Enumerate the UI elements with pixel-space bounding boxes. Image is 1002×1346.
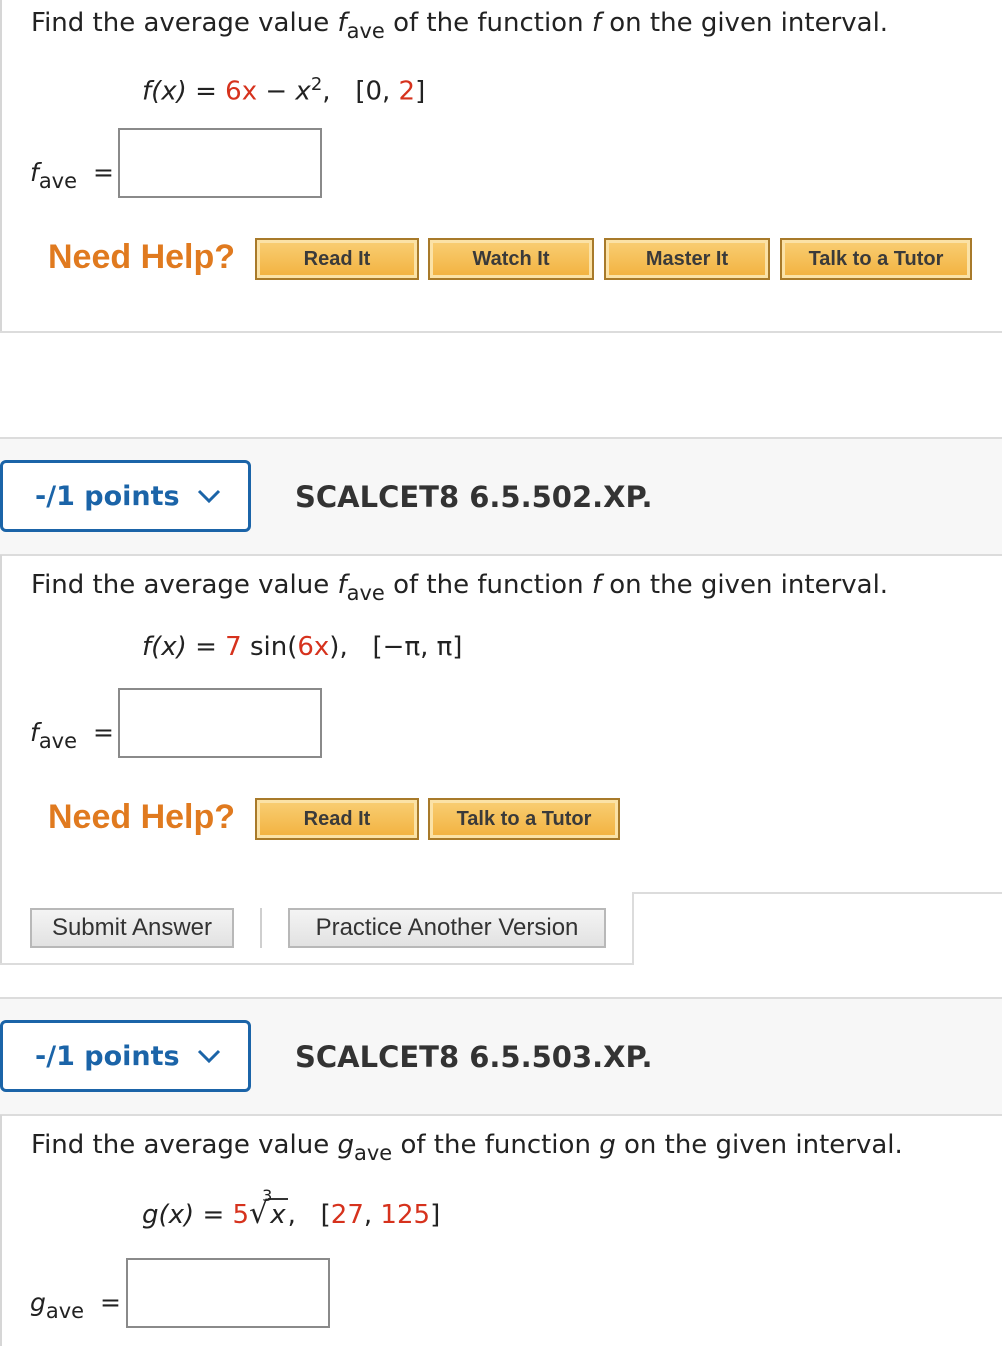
q2-points-dropdown[interactable]: -/1 points xyxy=(0,460,251,532)
cube-root: 3 √x xyxy=(249,1186,288,1231)
q2-footer-right-border xyxy=(632,892,634,964)
chevron-down-icon xyxy=(196,1041,222,1072)
q1-prompt: Find the average value fave of the funct… xyxy=(31,8,889,43)
submit-answer-button[interactable]: Submit Answer xyxy=(30,908,234,948)
q3-points-dropdown[interactable]: -/1 points xyxy=(0,1020,251,1092)
q2-read-it-button[interactable]: Read It xyxy=(255,798,419,840)
q2-function: f(x) = 7 sin(6x), [−π, π] xyxy=(142,632,463,662)
q2-frame-left xyxy=(0,555,2,965)
button-divider xyxy=(260,908,262,948)
q1-need-help-label: Need Help? xyxy=(48,238,236,276)
q2-header-bottom-border xyxy=(0,554,1002,556)
q2-prompt: Find the average value fave of the funct… xyxy=(31,570,889,605)
q2-footer-bottom-border xyxy=(0,963,634,965)
q3-header-top-border xyxy=(0,997,1002,999)
chevron-down-icon xyxy=(196,481,222,512)
q2-answer-input[interactable] xyxy=(118,688,322,758)
q1-answer-label: fave = xyxy=(30,158,114,193)
q3-answer-input[interactable] xyxy=(126,1258,330,1328)
q3-question-code: SCALCET8 6.5.503.XP. xyxy=(295,1040,653,1074)
q2-talk-to-tutor-button[interactable]: Talk to a Tutor xyxy=(428,798,620,840)
q1-talk-to-tutor-button[interactable]: Talk to a Tutor xyxy=(780,238,972,280)
practice-another-version-button[interactable]: Practice Another Version xyxy=(288,908,606,948)
q3-function: g(x) = 5 3 √x, [27, 125] xyxy=(142,1186,441,1231)
q2-need-help-label: Need Help? xyxy=(48,798,236,836)
q2-points-label: -/1 points xyxy=(35,480,180,512)
q1-function: f(x) = 6x − x2, [0, 2] xyxy=(142,74,426,107)
q1-master-it-button[interactable]: Master It xyxy=(604,238,770,280)
q1-bottom-divider xyxy=(0,331,1002,333)
q3-answer-label: gave = xyxy=(30,1288,121,1323)
q1-frame-left xyxy=(0,0,2,332)
q3-header-bottom-border xyxy=(0,1114,1002,1116)
q1-answer-input[interactable] xyxy=(118,128,322,198)
q3-prompt: Find the average value gave of the funct… xyxy=(31,1130,903,1165)
q2-question-code: SCALCET8 6.5.502.XP. xyxy=(295,480,653,514)
q3-frame-left xyxy=(0,1115,2,1346)
q2-header-top-border xyxy=(0,437,1002,439)
q1-read-it-button[interactable]: Read It xyxy=(255,238,419,280)
q3-points-label: -/1 points xyxy=(35,1040,180,1072)
q1-watch-it-button[interactable]: Watch It xyxy=(428,238,594,280)
q2-footer-top-border xyxy=(632,892,1002,894)
q2-answer-label: fave = xyxy=(30,718,114,753)
